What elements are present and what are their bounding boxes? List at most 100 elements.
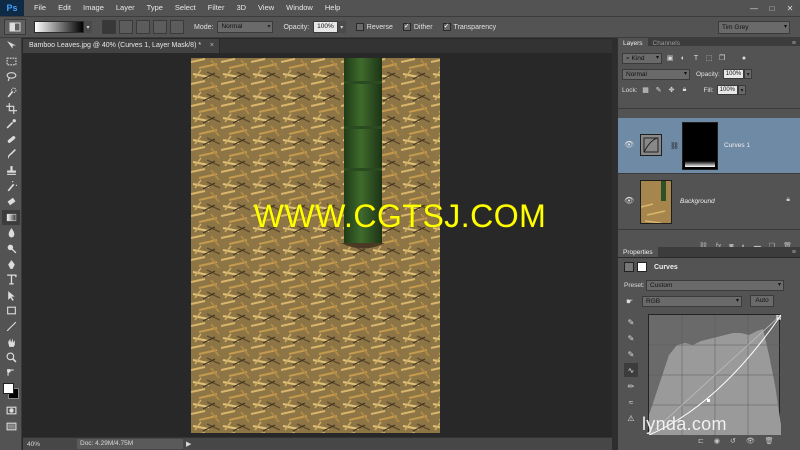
mode-select[interactable]: Normal [217, 21, 274, 33]
view-previous-icon[interactable]: ◉ [714, 437, 720, 445]
clipping-warning-icon[interactable]: ⚠ [624, 411, 638, 425]
lock-all-icon[interactable]: 🔒︎ [680, 85, 690, 95]
mask-properties-icon[interactable] [637, 262, 647, 272]
close-window-button[interactable]: ✕ [784, 4, 796, 13]
angle-gradient-button[interactable] [136, 20, 150, 34]
tab-properties[interactable]: Properties [618, 247, 658, 257]
eraser-tool[interactable] [2, 194, 20, 210]
history-brush-tool[interactable] [2, 178, 20, 194]
menu-filter[interactable]: Filter [202, 0, 231, 16]
dither-checkbox[interactable]: ✓ [402, 23, 411, 31]
rectangle-tool[interactable] [2, 303, 20, 319]
type-tool[interactable] [2, 272, 20, 288]
brush-tool[interactable] [2, 147, 20, 163]
workspace-select[interactable]: Tim Grey [718, 21, 790, 34]
zoom-level[interactable]: 40% [23, 441, 47, 448]
minimize-button[interactable]: — [748, 4, 760, 13]
swap-colors[interactable] [2, 365, 20, 381]
healing-brush-tool[interactable] [2, 132, 20, 148]
layer-name-curves[interactable]: Curves 1 [724, 142, 750, 149]
clip-to-layer-icon[interactable]: ⊏ [698, 437, 704, 445]
smooth-curve-icon[interactable]: ≈ [624, 395, 638, 409]
lasso-tool[interactable] [2, 69, 20, 85]
close-document-icon[interactable]: × [210, 39, 214, 53]
foreground-color-swatch[interactable] [3, 383, 14, 395]
marquee-tool[interactable] [2, 54, 20, 70]
clone-stamp-tool[interactable] [2, 163, 20, 179]
menu-help[interactable]: Help [319, 0, 346, 16]
channel-select[interactable]: RGB [642, 295, 742, 307]
pen-tool[interactable] [2, 256, 20, 272]
properties-menu-icon[interactable]: ≡ [792, 247, 800, 257]
document-tab[interactable]: Bamboo Leaves.jpg @ 40% (Curves 1, Layer… [23, 39, 220, 53]
quick-mask-button[interactable] [2, 403, 20, 419]
path-selection-tool[interactable] [2, 288, 20, 304]
lock-transparent-icon[interactable]: ▦ [641, 85, 651, 95]
menu-layer[interactable]: Layer [110, 0, 141, 16]
menu-image[interactable]: Image [77, 0, 110, 16]
gradient-picker-caret[interactable]: ▾ [84, 21, 92, 33]
toggle-visibility-icon[interactable]: 👁︎ [746, 437, 755, 445]
layer-opacity-input[interactable]: 100% [722, 69, 745, 79]
menu-select[interactable]: Select [169, 0, 202, 16]
radial-gradient-button[interactable] [119, 20, 133, 34]
reverse-checkbox[interactable] [355, 23, 364, 31]
white-point-eyedropper-icon[interactable]: ✎ [624, 347, 638, 361]
layer-opacity-caret[interactable]: ▾ [744, 69, 753, 79]
menu-window[interactable]: Window [280, 0, 319, 16]
menu-view[interactable]: View [252, 0, 280, 16]
visibility-eye-icon[interactable]: 👁︎ [624, 196, 636, 206]
fill-input[interactable]: 100% [716, 85, 739, 95]
screen-mode-button[interactable] [2, 419, 20, 435]
tool-preset-picker[interactable] [4, 19, 26, 35]
status-menu-arrow[interactable]: ▶ [186, 440, 191, 448]
gradient-preview[interactable] [34, 21, 84, 33]
mask-link-icon[interactable]: ⛓ [670, 142, 679, 150]
maximize-button[interactable]: □ [766, 4, 778, 13]
type-filter-icon[interactable]: T [691, 53, 701, 63]
zoom-tool[interactable] [2, 350, 20, 366]
curve-points-tool-icon[interactable]: ∿ [624, 363, 638, 377]
fill-caret[interactable]: ▾ [738, 85, 747, 95]
black-point-eyedropper-icon[interactable]: ✎ [624, 315, 638, 329]
layer-row-background[interactable]: 👁︎ Background 🔒︎ [618, 174, 800, 230]
pencil-draw-icon[interactable]: ✏ [624, 379, 638, 393]
pixel-filter-icon[interactable]: ▣ [665, 53, 675, 63]
smart-object-filter-icon[interactable]: ❐ [717, 53, 727, 63]
adjustment-filter-icon[interactable]: ◐ [678, 53, 688, 63]
gradient-tool[interactable] [2, 209, 20, 226]
opacity-slider-caret[interactable]: ▾ [337, 21, 346, 33]
reflected-gradient-button[interactable] [153, 20, 167, 34]
menu-type[interactable]: Type [141, 0, 169, 16]
shape-filter-icon[interactable]: ⬚ [704, 53, 714, 63]
targeted-adjustment-icon[interactable]: ☛ [626, 297, 633, 306]
menu-file[interactable]: File [28, 0, 52, 16]
auto-button[interactable]: Auto [750, 295, 774, 307]
transparency-checkbox[interactable]: ✓ [442, 23, 451, 31]
hand-tool[interactable] [2, 334, 20, 350]
diamond-gradient-button[interactable] [170, 20, 184, 34]
line-tool[interactable] [2, 319, 20, 335]
layer-row-curves[interactable]: 👁︎ ⛓ Curves 1 [618, 118, 800, 174]
gray-point-eyedropper-icon[interactable]: ✎ [624, 331, 638, 345]
delete-adjustment-icon[interactable]: 🗑︎ [765, 437, 774, 445]
dodge-tool[interactable] [2, 241, 20, 257]
lock-position-icon[interactable]: ✥ [667, 85, 677, 95]
preset-select[interactable]: Custom [646, 279, 784, 291]
filter-kind-select[interactable]: ⌕ Kind [622, 52, 662, 64]
filter-toggle-icon[interactable]: ● [739, 53, 749, 63]
opacity-input[interactable]: 100% [313, 21, 338, 33]
layer-name-background[interactable]: Background [680, 198, 715, 205]
blend-mode-select[interactable]: Normal [622, 68, 690, 80]
visibility-eye-icon[interactable]: 👁︎ [624, 140, 636, 150]
eyedropper-tool[interactable] [2, 116, 20, 132]
menu-3d[interactable]: 3D [230, 0, 252, 16]
reset-icon[interactable]: ↺ [730, 437, 736, 445]
menu-edit[interactable]: Edit [52, 0, 77, 16]
quick-selection-tool[interactable] [2, 85, 20, 101]
blur-tool[interactable] [2, 225, 20, 241]
move-tool[interactable] [2, 38, 20, 54]
crop-tool[interactable] [2, 100, 20, 116]
lock-image-icon[interactable]: ✎ [654, 85, 664, 95]
layer-mask-thumbnail[interactable] [682, 122, 718, 170]
